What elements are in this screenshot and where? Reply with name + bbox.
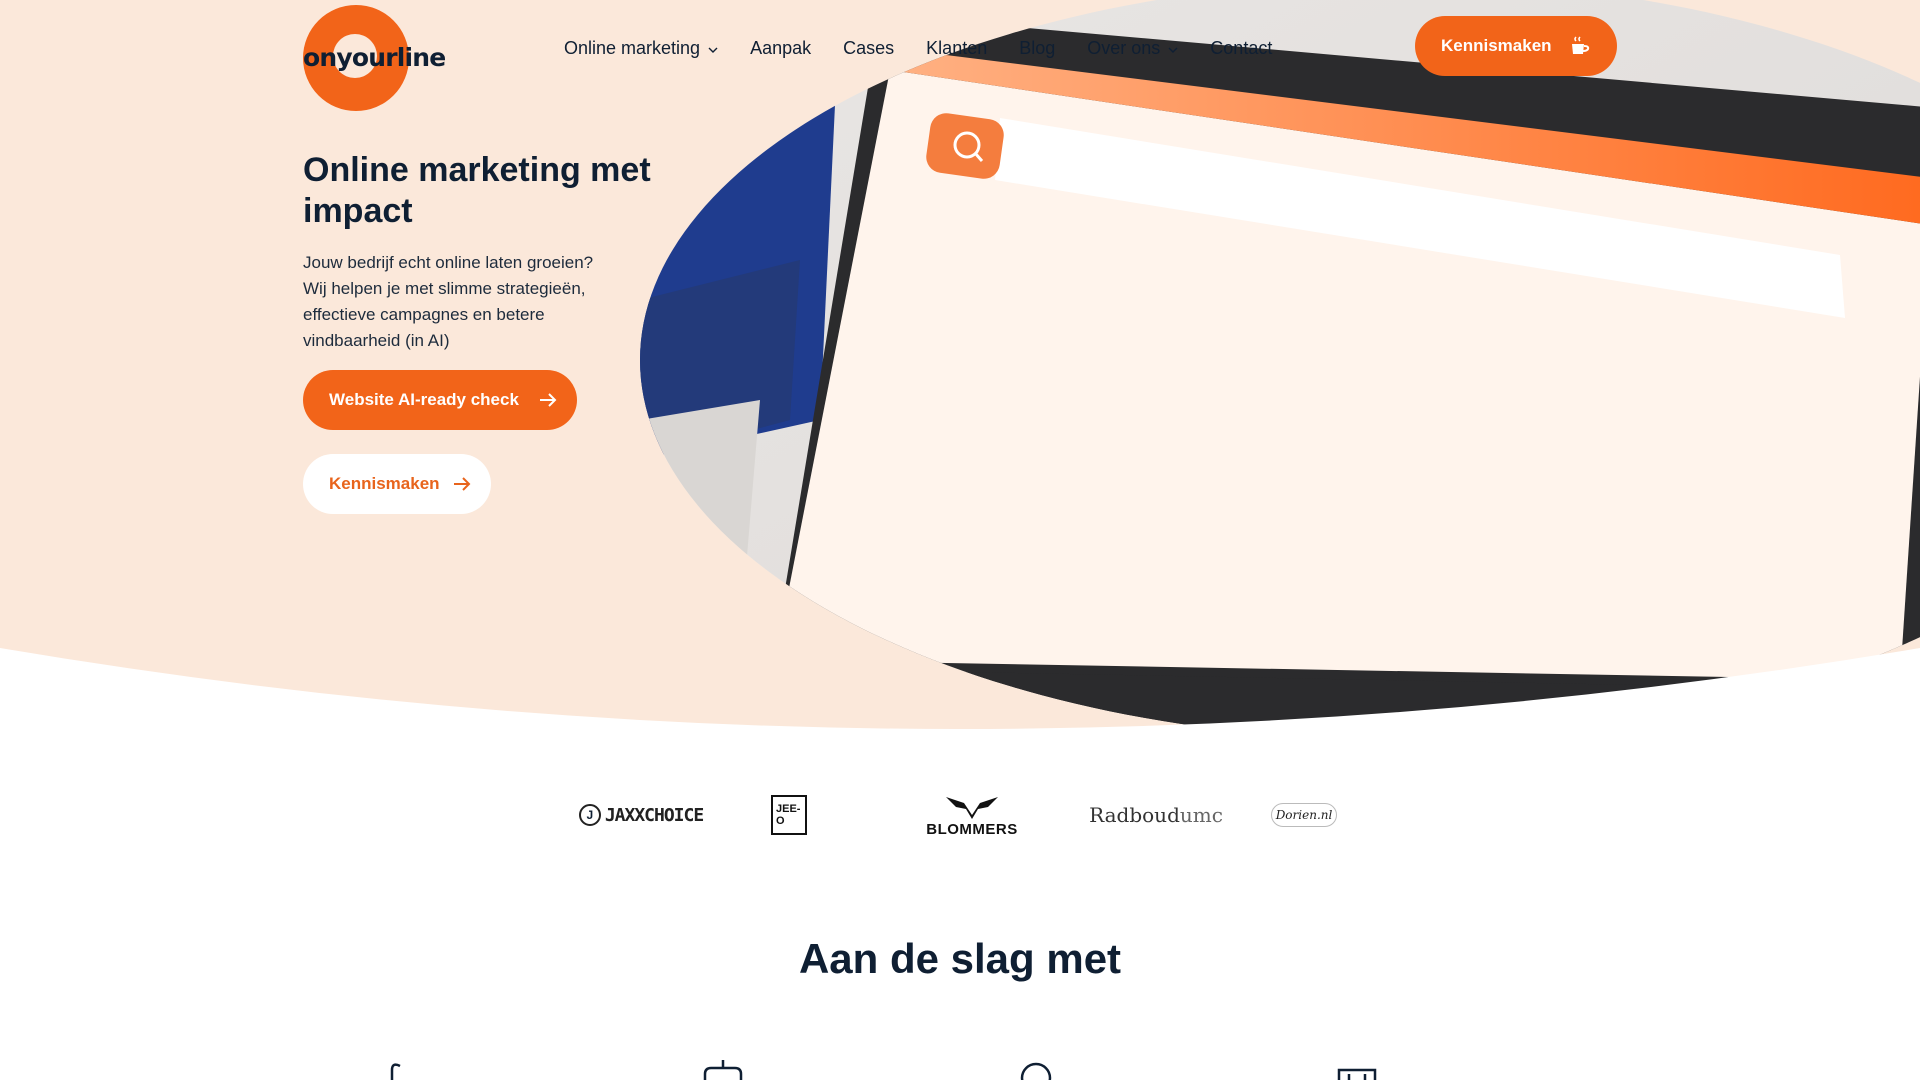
nav-label: Blog xyxy=(1019,38,1056,58)
main-nav: Online marketing Aanpak Cases Klanten Bl… xyxy=(564,38,1304,59)
coffee-cup-icon xyxy=(1572,36,1590,54)
hero-description: Jouw bedrijf echt online laten groeien? … xyxy=(303,253,594,350)
nav-item-aanpak[interactable]: Aanpak xyxy=(750,38,811,59)
chevron-down-icon xyxy=(708,47,718,53)
eagle-icon xyxy=(946,796,998,819)
service-icon-2 xyxy=(703,1060,743,1080)
section-title: Aan de slag met xyxy=(798,935,1122,982)
button-label: Kennismaken xyxy=(1441,36,1552,55)
button-label: Website AI-ready check xyxy=(329,390,519,409)
nav-item-contact[interactable]: Contact xyxy=(1210,38,1272,59)
site-header: onyourline Online marketing Aanpak Cases… xyxy=(0,0,1920,120)
kennismaken-header-button[interactable]: Kennismaken xyxy=(1415,16,1617,76)
nav-item-over-ons[interactable]: Over ons xyxy=(1087,38,1178,59)
chevron-down-icon xyxy=(1168,47,1178,53)
client-logo-text: BLOMMERS xyxy=(926,820,1018,838)
arrow-right-icon xyxy=(454,477,471,491)
client-logo-dorien: Dorien.nl xyxy=(1270,780,1338,850)
service-icon-1 xyxy=(390,1063,401,1080)
jaxxchoice-mark-icon: J xyxy=(578,804,601,826)
nav-item-blog[interactable]: Blog xyxy=(1019,38,1055,59)
client-logo-radboudumc: Radboud umc xyxy=(1089,780,1223,850)
logo-text: onyourline xyxy=(303,43,446,72)
service-icon-4 xyxy=(1337,1068,1377,1080)
nav-label: Klanten xyxy=(926,38,988,58)
nav-label: Over ons xyxy=(1087,38,1161,58)
nav-label: Aanpak xyxy=(750,38,812,58)
nav-label: Online marketing xyxy=(564,38,701,58)
arrow-right-icon xyxy=(540,393,557,407)
service-icon-3 xyxy=(1020,1062,1052,1080)
client-logo-text: JEE-O xyxy=(771,795,807,835)
client-logos: J JAXXCHOICE JEE-O BLOMMERS Radboud umc … xyxy=(0,780,1920,860)
client-logo-subtext: umc xyxy=(1179,803,1223,827)
client-logo-jee-o: JEE-O xyxy=(771,780,807,850)
client-logo-text: Dorien.nl xyxy=(1270,803,1338,827)
kennismaken-button[interactable]: Kennismaken xyxy=(303,454,491,514)
button-label: Kennismaken xyxy=(329,474,440,493)
client-logo-text: JAXXCHOICE xyxy=(604,804,704,826)
logo[interactable]: onyourline xyxy=(303,5,446,113)
nav-item-klanten[interactable]: Klanten xyxy=(926,38,987,59)
client-logo-jaxxchoice: J JAXXCHOICE xyxy=(576,780,706,850)
nav-item-cases[interactable]: Cases xyxy=(843,38,894,59)
client-logo-blommers: BLOMMERS xyxy=(918,780,1026,850)
nav-label: Cases xyxy=(843,38,895,58)
hero-title: Online marketing met impact xyxy=(303,151,651,230)
nav-label: Contact xyxy=(1210,38,1273,58)
nav-item-online-marketing[interactable]: Online marketing xyxy=(564,38,718,59)
website-ai-ready-check-button[interactable]: Website AI-ready check xyxy=(303,370,577,430)
client-logo-text: Radboud xyxy=(1089,803,1180,827)
